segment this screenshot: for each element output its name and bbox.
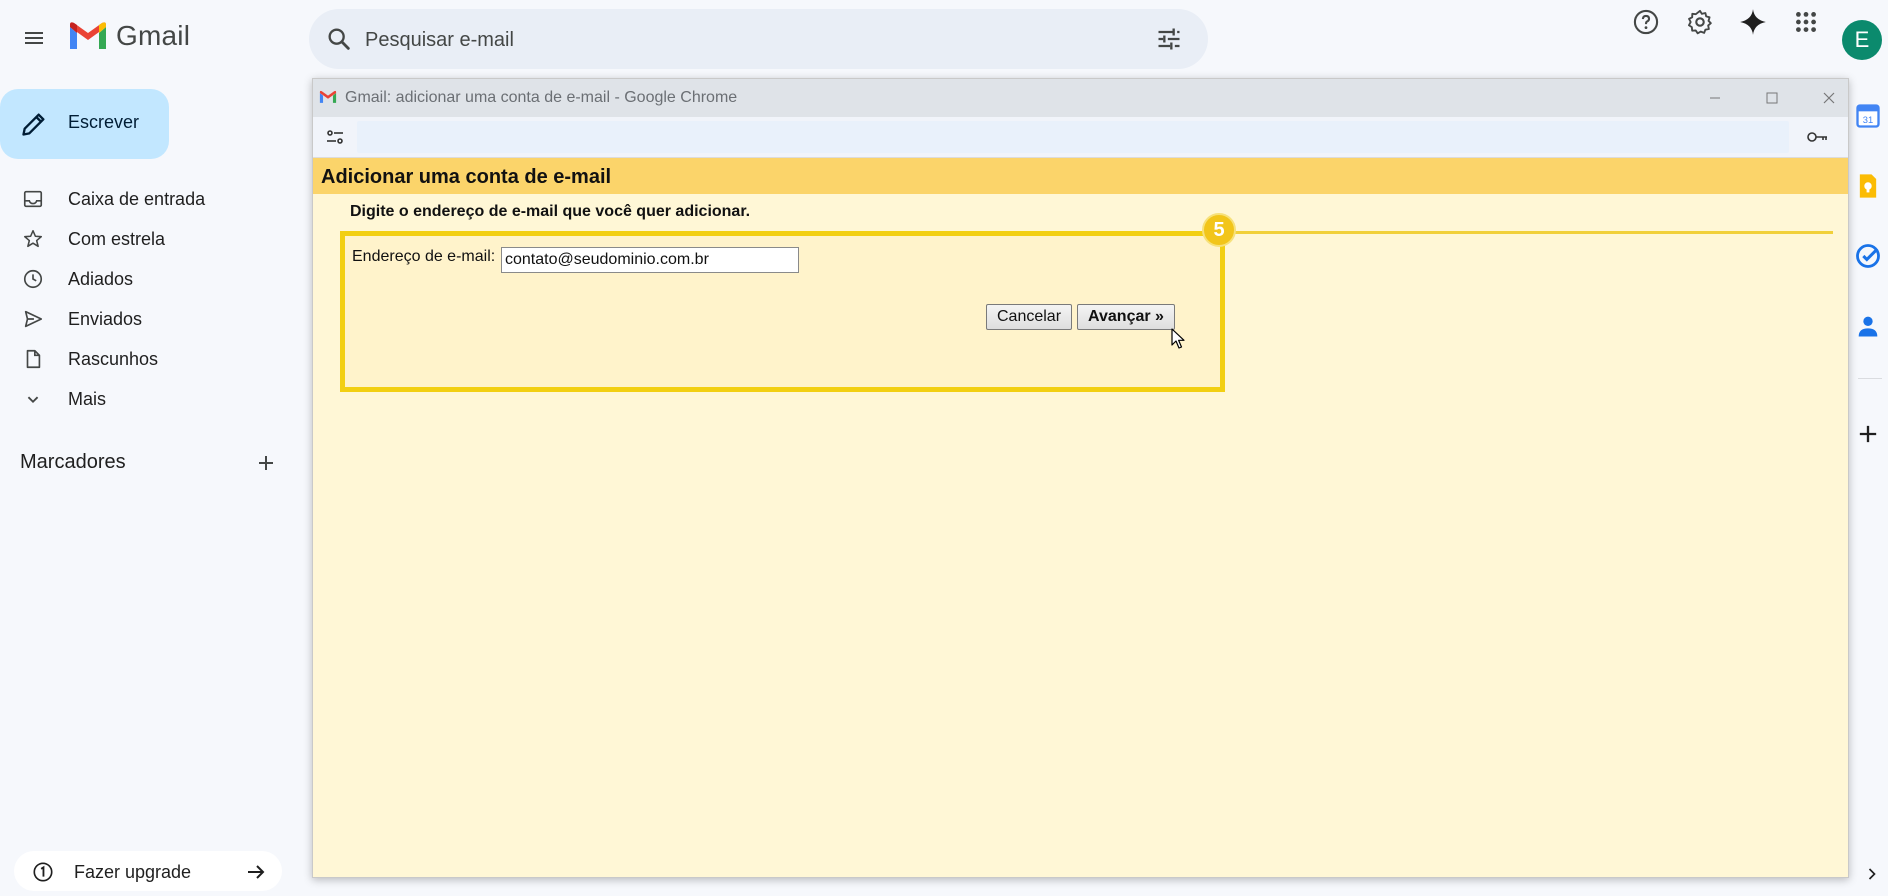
- sparkle-icon: [1740, 9, 1766, 35]
- minimize-icon: [1710, 97, 1720, 99]
- sidebar-item-label: Rascunhos: [68, 349, 159, 369]
- main-menu-button[interactable]: [14, 18, 54, 58]
- sidebar-item-label: Caixa de entrada: [68, 189, 206, 209]
- gmail-m-icon: [70, 22, 106, 49]
- sidebar-item-label: Mais: [68, 389, 107, 409]
- upgrade-label: Fazer upgrade: [74, 862, 192, 882]
- hamburger-menu-icon: [25, 32, 43, 44]
- upgrade-info-icon: [33, 862, 53, 882]
- close-icon: [1823, 92, 1835, 104]
- page-header: Adicionar uma conta de e-mail: [313, 158, 1848, 194]
- pencil-icon: [22, 113, 45, 136]
- search-icon[interactable]: [325, 25, 353, 53]
- sidebar-item-inbox[interactable]: Caixa de entrada: [0, 179, 280, 219]
- inbox-icon: [23, 190, 43, 208]
- sidebar-item-drafts[interactable]: Rascunhos: [0, 339, 280, 379]
- chevron-right-icon[interactable]: [1862, 864, 1882, 884]
- send-icon: [24, 310, 43, 328]
- search-bar: [309, 9, 1208, 69]
- contacts-icon[interactable]: [1854, 312, 1882, 340]
- clock-icon: [23, 269, 43, 289]
- window-title: Gmail: adicionar uma conta de e-mail - G…: [345, 89, 738, 106]
- browser-toolbar: [313, 117, 1848, 158]
- page-title: Adicionar uma conta de e-mail: [321, 166, 612, 188]
- gemini-button[interactable]: [1731, 0, 1775, 44]
- email-field-label: Endereço de e-mail:: [352, 248, 496, 265]
- next-button[interactable]: Avançar »: [1077, 304, 1175, 330]
- gear-icon: [1687, 9, 1712, 35]
- chevron-down-icon: [27, 396, 39, 404]
- compose-button[interactable]: Escrever: [0, 89, 169, 159]
- sidebar-item-sent[interactable]: Enviados: [0, 299, 280, 339]
- add-account-popup-window: Gmail: adicionar uma conta de e-mail - G…: [312, 78, 1849, 878]
- email-field[interactable]: [501, 247, 799, 273]
- calendar-icon[interactable]: 31: [1854, 102, 1882, 130]
- settings-button[interactable]: [1678, 0, 1722, 44]
- upgrade-button[interactable]: Fazer upgrade: [14, 851, 282, 891]
- apps-button[interactable]: [1784, 0, 1828, 44]
- star-icon: [23, 229, 43, 248]
- side-panel-divider: [1858, 378, 1882, 379]
- window-title-bar: Gmail: adicionar uma conta de e-mail - G…: [313, 79, 1848, 117]
- mouse-cursor-icon: [1171, 328, 1185, 349]
- gmail-logo[interactable]: Gmail: [68, 20, 190, 52]
- key-icon[interactable]: [1805, 125, 1829, 149]
- minimize-button[interactable]: [1697, 85, 1733, 111]
- close-window-button[interactable]: [1811, 85, 1847, 111]
- sidebar-item-label: Enviados: [68, 309, 143, 329]
- search-input[interactable]: [363, 19, 1127, 61]
- sidebar-item-label: Adiados: [68, 269, 134, 289]
- svg-text:31: 31: [1863, 115, 1873, 125]
- search-options-icon[interactable]: [1155, 25, 1183, 53]
- side-panel: 31: [1848, 88, 1888, 896]
- add-addon-icon[interactable]: [1854, 420, 1882, 448]
- site-settings-icon[interactable]: [323, 125, 347, 149]
- sidebar-item-starred[interactable]: Com estrela: [0, 219, 280, 259]
- keep-icon[interactable]: [1854, 172, 1882, 200]
- draft-icon: [26, 349, 41, 369]
- help-button[interactable]: [1624, 0, 1668, 44]
- apps-grid-icon: [1796, 12, 1816, 32]
- sidebar-item-more[interactable]: Mais: [0, 379, 280, 419]
- instruction-text: Digite o endereço de e-mail que você que…: [350, 203, 751, 220]
- compose-label: Escrever: [68, 112, 140, 132]
- account-avatar[interactable]: E: [1842, 20, 1882, 60]
- sidebar-item-snoozed[interactable]: Adiados: [0, 259, 280, 299]
- address-bar[interactable]: [357, 121, 1789, 153]
- help-icon: [1633, 9, 1659, 35]
- tasks-icon[interactable]: [1854, 242, 1882, 270]
- add-label-icon[interactable]: [254, 451, 278, 475]
- labels-heading: Marcadores: [20, 451, 126, 473]
- gmail-wordmark: Gmail: [116, 20, 191, 51]
- sidebar-nav: Caixa de entrada Com estrela Adiados Env…: [0, 179, 300, 419]
- arrow-right-icon: [248, 865, 265, 879]
- gmail-favicon-icon: [319, 90, 337, 103]
- cancel-button[interactable]: Cancelar: [986, 304, 1072, 330]
- sidebar-item-label: Com estrela: [68, 229, 166, 249]
- maximize-icon: [1766, 92, 1778, 104]
- maximize-button[interactable]: [1754, 85, 1790, 111]
- step-number-badge: 5: [1202, 213, 1236, 247]
- top-bar: Gmail E: [0, 0, 1888, 80]
- step-guide-line: [1213, 231, 1833, 234]
